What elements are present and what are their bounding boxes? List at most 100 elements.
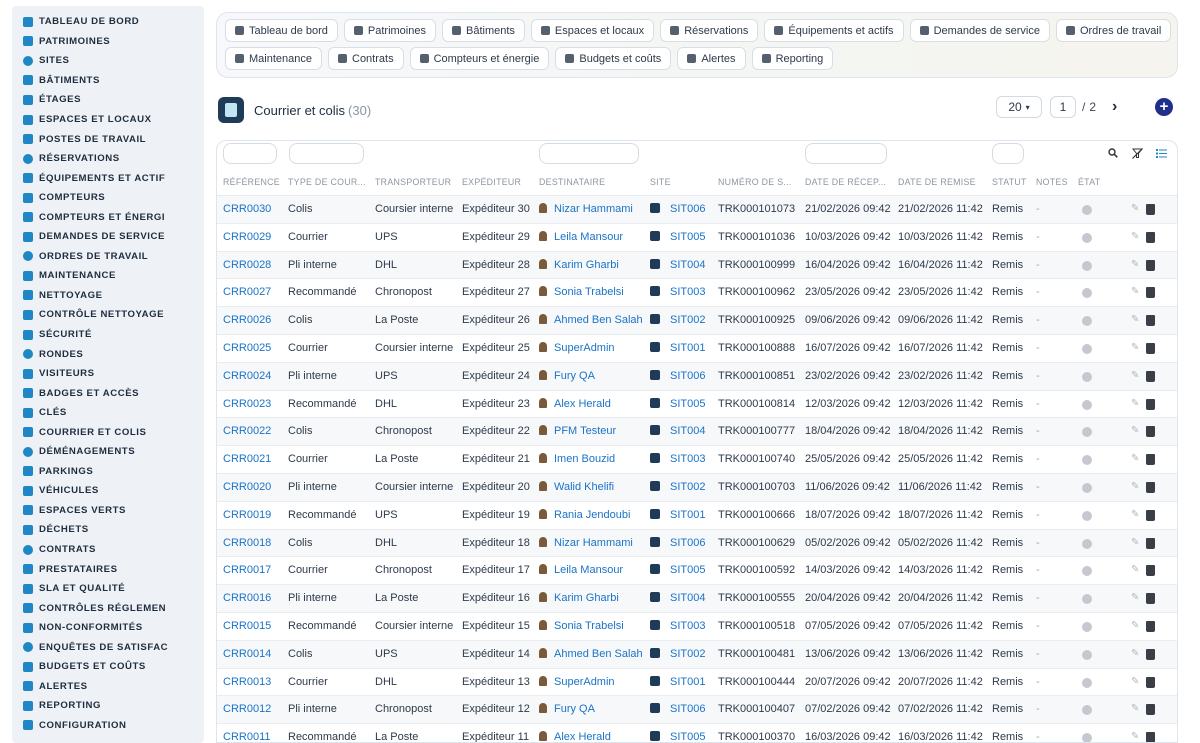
table-row[interactable]: CRR0022 Colis Chronopost Expéditeur 22 PFM T…: [217, 418, 1177, 447]
sidebar-item-enquetes-de-satisfac[interactable]: Enquêtes de satisfac: [12, 638, 204, 658]
delete-icon[interactable]: [1146, 315, 1155, 327]
reference-link[interactable]: CRR0016: [223, 592, 271, 604]
recipient-link[interactable]: Alex Herald: [554, 731, 611, 742]
nav-button-tableau-de-bord[interactable]: Tableau de bord: [225, 19, 338, 42]
site-link[interactable]: SIT006: [670, 370, 705, 382]
nav-button-maintenance[interactable]: Maintenance: [225, 47, 322, 70]
sidebar-item-budgets-et-couts[interactable]: Budgets et coûts: [12, 657, 204, 677]
site-link[interactable]: SIT006: [670, 537, 705, 549]
reference-link[interactable]: CRR0026: [223, 314, 271, 326]
search-icon[interactable]: [1107, 147, 1119, 159]
delete-icon[interactable]: [1146, 648, 1155, 660]
delete-icon[interactable]: [1146, 454, 1155, 466]
reference-link[interactable]: CRR0025: [223, 342, 271, 354]
site-link[interactable]: SIT006: [670, 203, 705, 215]
column-header-type-de-cour[interactable]: Type de cour...: [288, 177, 366, 187]
sidebar-item-maintenance[interactable]: Maintenance: [12, 266, 204, 286]
delete-icon[interactable]: [1146, 370, 1155, 382]
reference-link[interactable]: CRR0020: [223, 481, 271, 493]
edit-icon[interactable]: ✎: [1131, 231, 1141, 242]
sidebar-item-controle-nettoyage[interactable]: Contrôle nettoyage: [12, 305, 204, 325]
nav-button-reporting[interactable]: Reporting: [751, 47, 834, 70]
column-header-numero-de-s[interactable]: Numéro de s...: [718, 177, 792, 187]
sidebar-item-tableau-de-bord[interactable]: Tableau de bord: [12, 12, 204, 32]
site-link[interactable]: SIT003: [670, 620, 705, 632]
add-record-button[interactable]: +: [1155, 98, 1173, 116]
table-row[interactable]: CRR0019 Recommandé UPS Expéditeur 19 Rania J…: [217, 502, 1177, 530]
recipient-link[interactable]: Karim Gharbi: [554, 592, 619, 604]
sidebar-item-espaces-verts[interactable]: Espaces verts: [12, 501, 204, 521]
delete-icon[interactable]: [1146, 342, 1155, 354]
reference-link[interactable]: CRR0011: [223, 731, 271, 742]
recipient-link[interactable]: Nizar Hammami: [554, 203, 633, 215]
delete-icon[interactable]: [1146, 398, 1155, 410]
site-link[interactable]: SIT002: [670, 648, 705, 660]
reference-link[interactable]: CRR0024: [223, 370, 271, 382]
column-header-statut[interactable]: Statut: [992, 177, 1027, 187]
sidebar-item-contrats[interactable]: Contrats: [12, 540, 204, 560]
sidebar-item-alertes[interactable]: Alertes: [12, 677, 204, 697]
table-row[interactable]: CRR0021 Courrier La Poste Expéditeur 21 Imen…: [217, 446, 1177, 474]
edit-icon[interactable]: ✎: [1131, 398, 1141, 409]
delete-icon[interactable]: [1146, 620, 1155, 632]
table-row[interactable]: CRR0028 Pli interne DHL Expéditeur 28 Karim …: [217, 251, 1177, 280]
delete-icon[interactable]: [1146, 565, 1155, 577]
reference-link[interactable]: CRR0023: [223, 398, 271, 410]
nav-button-alertes[interactable]: Alertes: [677, 47, 746, 70]
edit-icon[interactable]: ✎: [1131, 287, 1141, 297]
site-link[interactable]: SIT002: [670, 314, 705, 326]
delete-icon[interactable]: [1146, 704, 1155, 716]
edit-icon[interactable]: ✎: [1131, 370, 1141, 381]
sidebar-item-courrier-et-colis[interactable]: Courrier et colis: [12, 422, 204, 442]
table-row[interactable]: CRR0025 Courrier Coursier interne Expéditeu…: [217, 335, 1177, 363]
site-link[interactable]: SIT004: [670, 592, 705, 604]
sidebar-item-demandes-de-service[interactable]: Demandes de service: [12, 227, 204, 247]
column-header-date-de-recep[interactable]: Date de récep...: [805, 177, 886, 187]
delete-icon[interactable]: [1146, 259, 1155, 271]
filter-status-input[interactable]: [992, 143, 1024, 164]
filter-recipient-input[interactable]: [539, 143, 639, 164]
recipient-link[interactable]: PFM Testeur: [554, 425, 616, 437]
edit-icon[interactable]: ✎: [1131, 537, 1141, 548]
reference-link[interactable]: CRR0027: [223, 286, 271, 298]
recipient-link[interactable]: Nizar Hammami: [554, 537, 633, 549]
delete-icon[interactable]: [1146, 426, 1155, 438]
sidebar-item-compteurs-et-energi[interactable]: Compteurs et énergi: [12, 207, 204, 227]
reference-link[interactable]: CRR0022: [223, 425, 271, 437]
sidebar-item-etages[interactable]: Étages: [12, 90, 204, 110]
delete-icon[interactable]: [1146, 231, 1155, 243]
sidebar-item-parkings[interactable]: Parkings: [12, 462, 204, 482]
site-link[interactable]: SIT001: [670, 509, 705, 521]
sidebar-item-nettoyage[interactable]: Nettoyage: [12, 286, 204, 306]
table-row[interactable]: CRR0023 Recommandé DHL Expéditeur 23 Alex He…: [217, 391, 1177, 419]
recipient-link[interactable]: Leila Mansour: [554, 231, 623, 243]
recipient-link[interactable]: Alex Herald: [554, 398, 611, 410]
table-row[interactable]: CRR0013 Courrier DHL Expéditeur 13 SuperAdmi…: [217, 669, 1177, 697]
site-link[interactable]: SIT006: [670, 703, 705, 715]
sidebar-item-controles-reglemen[interactable]: Contrôles réglemen: [12, 598, 204, 618]
table-row[interactable]: CRR0020 Pli interne Coursier interne Expédi…: [217, 473, 1177, 502]
recipient-link[interactable]: Sonia Trabelsi: [554, 620, 624, 632]
sidebar-item-visiteurs[interactable]: Visiteurs: [12, 364, 204, 384]
nav-button-batiments[interactable]: Bâtiments: [441, 19, 525, 42]
recipient-link[interactable]: SuperAdmin: [554, 676, 615, 688]
column-header-reference[interactable]: Référence: [223, 177, 280, 187]
sidebar-item-cles[interactable]: Clés: [12, 403, 204, 423]
nav-button-equipements-et-actifs[interactable]: Équipements et actifs: [764, 19, 904, 42]
sidebar-item-reporting[interactable]: Reporting: [12, 696, 204, 716]
site-link[interactable]: SIT005: [670, 731, 705, 742]
delete-icon[interactable]: [1146, 676, 1155, 688]
nav-button-espaces-et-locaux[interactable]: Espaces et locaux: [530, 19, 655, 42]
nav-button-compteurs-et-energie[interactable]: Compteurs et énergie: [409, 47, 550, 70]
delete-icon[interactable]: [1146, 593, 1155, 605]
recipient-link[interactable]: Imen Bouzid: [554, 453, 615, 465]
site-link[interactable]: SIT003: [670, 453, 705, 465]
reference-link[interactable]: CRR0014: [223, 648, 271, 660]
column-header-date-de-remise[interactable]: Date de remise: [898, 177, 976, 187]
sidebar-item-rondes[interactable]: Rondes: [12, 344, 204, 364]
sidebar-item-sla-et-qualite[interactable]: SLA et qualité: [12, 579, 204, 599]
column-header-expediteur[interactable]: Expéditeur: [462, 177, 521, 187]
table-row[interactable]: CRR0029 Courrier UPS Expéditeur 29 Leila Man…: [217, 224, 1177, 252]
column-header-notes[interactable]: Notes: [1036, 177, 1068, 187]
site-link[interactable]: SIT001: [670, 342, 705, 354]
